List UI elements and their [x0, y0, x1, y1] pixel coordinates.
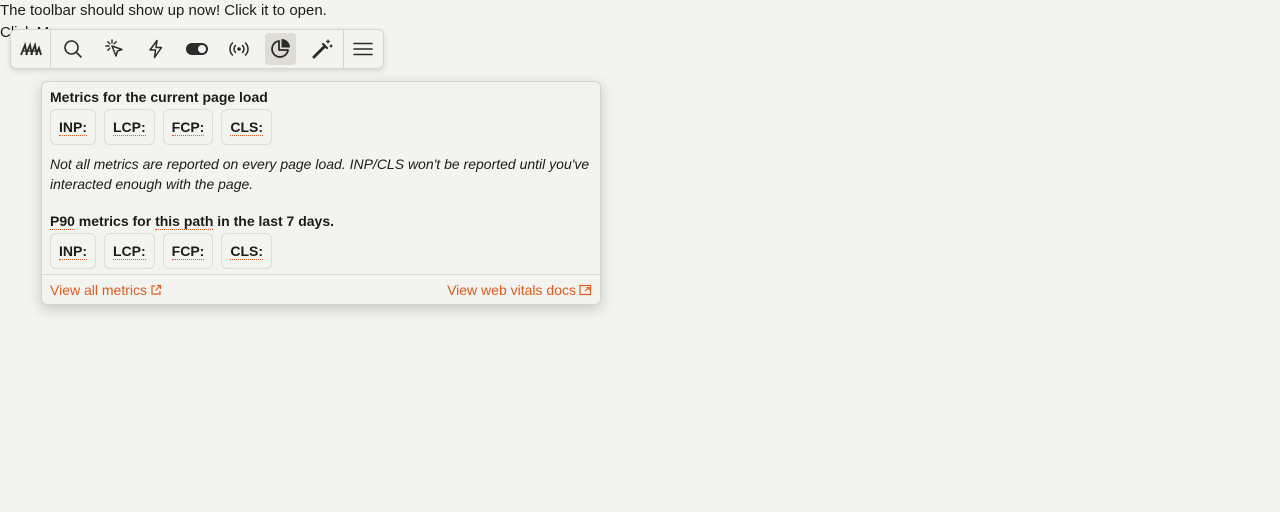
- metric-label: LCP:: [113, 118, 146, 136]
- magic-wand-icon: [312, 39, 333, 59]
- metric-label: FCP:: [171, 118, 205, 136]
- view-all-metrics-label: View all metrics: [50, 282, 147, 298]
- current-lcp-metric[interactable]: LCP:: [104, 109, 155, 145]
- toolbar-feature-flags-button[interactable]: [182, 33, 213, 65]
- current-inp-metric[interactable]: INP:: [50, 109, 96, 145]
- toolbar-experiments-button[interactable]: [306, 33, 337, 65]
- this-path-term[interactable]: this path: [155, 213, 214, 230]
- metric-label: CLS:: [230, 118, 264, 136]
- view-all-metrics-link[interactable]: View all metrics: [50, 282, 162, 298]
- p90-inp-metric[interactable]: INP:: [50, 233, 96, 269]
- view-web-vitals-docs-link[interactable]: View web vitals docs: [447, 282, 592, 298]
- current-metrics-row: INP: LCP: FCP: CLS:: [50, 109, 273, 145]
- current-cls-metric[interactable]: CLS:: [221, 109, 273, 145]
- p90-term[interactable]: P90: [50, 213, 75, 230]
- metrics-note: Not all metrics are reported on every pa…: [50, 156, 590, 192]
- pie-chart-icon: [271, 39, 291, 58]
- web-vitals-panel: Metrics for the current page load INP: L…: [41, 81, 601, 305]
- p90-title-text: metrics for: [74, 213, 156, 229]
- p90-metrics-title: P90 metrics for this path in the last 7 …: [50, 212, 334, 230]
- search-icon: [64, 40, 82, 58]
- dev-toolbar: [10, 29, 384, 69]
- toolbar-search-button[interactable]: [57, 33, 88, 65]
- toolbar-broadcast-button[interactable]: [223, 33, 254, 65]
- toolbar-web-vitals-button[interactable]: [264, 33, 297, 65]
- lightning-icon: [149, 39, 163, 59]
- toolbar-inspect-button[interactable]: [99, 33, 130, 65]
- intro-text: The toolbar should show up now! Click it…: [0, 2, 327, 19]
- panel-footer: View all metrics View web vitals docs: [42, 274, 600, 305]
- broadcast-icon: [229, 42, 249, 56]
- current-fcp-metric[interactable]: FCP:: [162, 109, 214, 145]
- metric-label: FCP:: [171, 242, 205, 260]
- toolbar-menu-button[interactable]: [342, 30, 383, 68]
- p90-metrics-row: INP: LCP: FCP: CLS:: [50, 233, 273, 269]
- view-docs-label: View web vitals docs: [447, 282, 576, 298]
- p90-lcp-metric[interactable]: LCP:: [104, 233, 155, 269]
- metric-label: LCP:: [113, 242, 146, 260]
- metric-label: INP:: [59, 242, 87, 260]
- metric-label: INP:: [59, 118, 87, 136]
- p90-cls-metric[interactable]: CLS:: [221, 233, 273, 269]
- hamburger-menu-icon: [353, 42, 374, 56]
- toolbar-actions-button[interactable]: [140, 33, 171, 65]
- p90-fcp-metric[interactable]: FCP:: [162, 233, 214, 269]
- toggle-icon: [186, 43, 209, 55]
- metric-label: CLS:: [230, 242, 264, 260]
- toolbar-logo-button[interactable]: [11, 30, 52, 68]
- external-link-icon: [151, 284, 162, 295]
- open-in-new-window-icon: [579, 284, 592, 296]
- cursor-click-icon: [104, 39, 123, 57]
- sentry-logo-icon: [19, 42, 42, 56]
- current-metrics-title: Metrics for the current page load: [50, 89, 268, 105]
- p90-title-suffix: in the last 7 days.: [213, 213, 335, 229]
